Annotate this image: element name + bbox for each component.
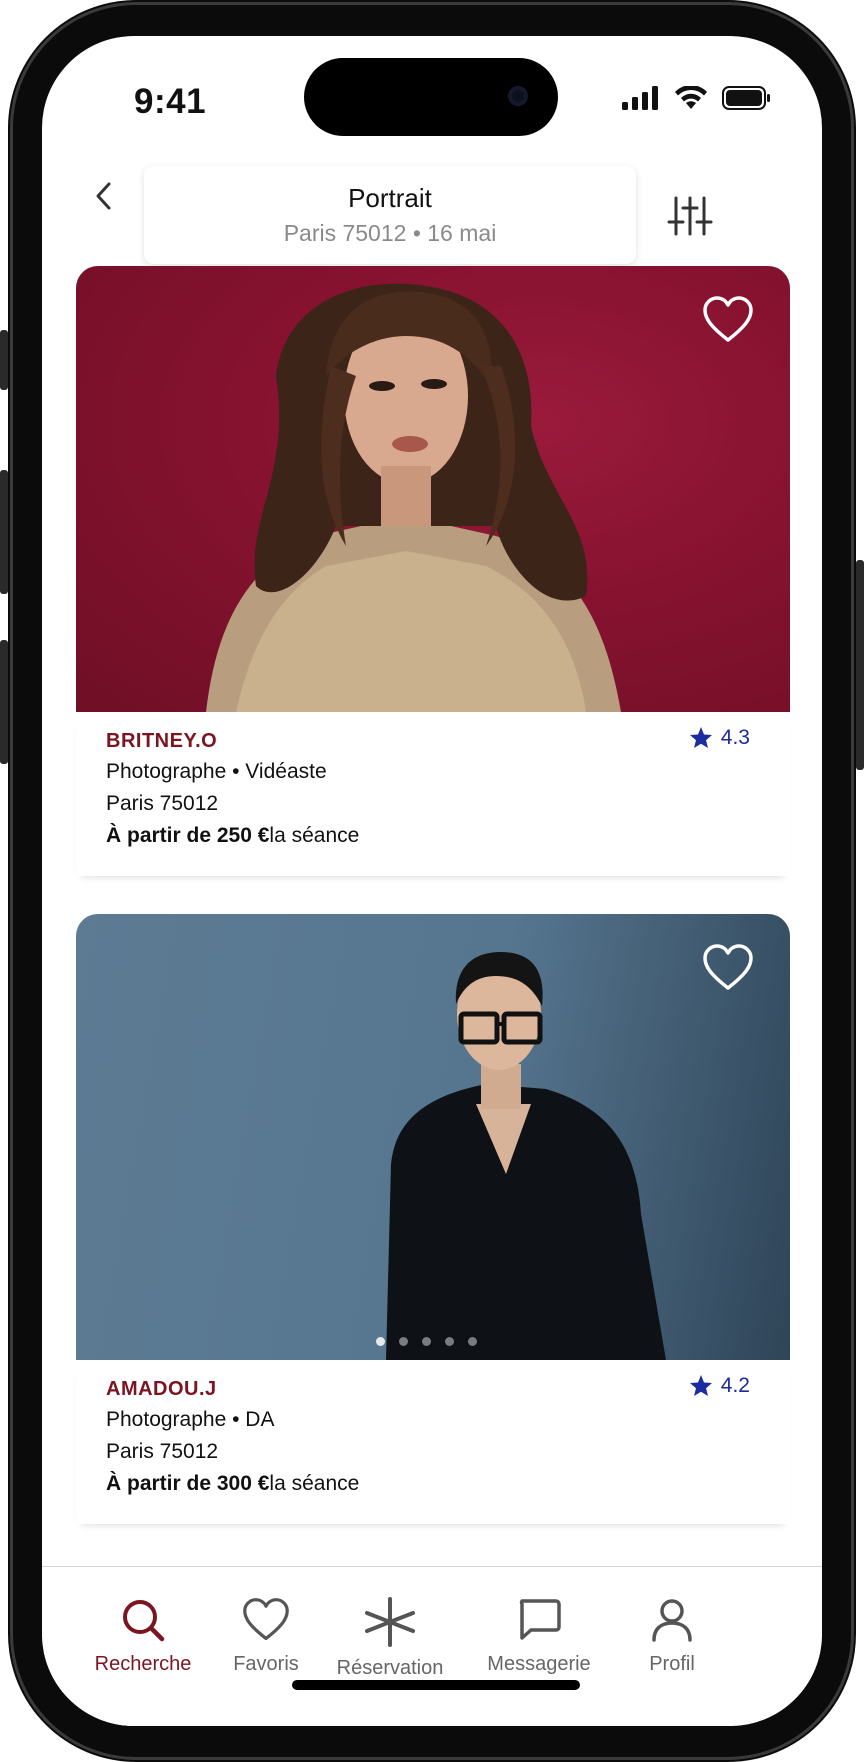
portrait-photo [386,952,666,1360]
listing-price: À partir de 250 €la séance [106,824,359,848]
tab-recherche[interactable]: Recherche [84,1597,202,1676]
status-time: 9:41 [134,82,207,121]
price-amount: À partir de 300 € [106,1472,270,1495]
listing-location: Paris 75012 [106,1440,219,1463]
asterisk-icon [365,1597,415,1647]
person-icon [652,1599,692,1642]
tab-bar: Recherche Favoris Réservation Messagerie [42,1566,822,1726]
listing-card[interactable]: BRITNEY.O 4.3 Photographe • Vidéaste Par… [76,266,790,876]
phone-side-button [856,560,864,770]
search-title: Portrait [348,183,432,213]
home-indicator[interactable] [292,1680,580,1690]
search-icon [123,1600,165,1642]
listing-info: BRITNEY.O 4.3 Photographe • Vidéaste Par… [76,712,790,876]
camera-icon [508,86,528,106]
listing-photo[interactable] [76,266,790,712]
listing-name: BRITNEY.O [106,730,218,752]
wifi-icon [675,86,707,109]
heart-icon [243,1598,289,1641]
filter-button[interactable] [666,192,714,240]
search-subtitle: Paris 75012 • 16 mai [283,220,497,246]
listing-rating: 4.3 [689,726,750,750]
listing-name: AMADOU.J [106,1378,217,1400]
phone-screen: 9:41 Portrait Paris 75012 • 16 mai BRITN… [42,36,822,1726]
listing-photo[interactable] [76,914,790,1360]
battery-icon [722,86,770,110]
listing-roles: Photographe • Vidéaste [106,760,327,783]
listing-info: AMADOU.J 4.2 Photographe • DA Paris 7501… [76,1360,790,1524]
heart-icon [703,296,753,342]
carousel-dot[interactable] [376,1337,385,1346]
tab-label: Recherche [94,1653,192,1675]
heart-icon [703,944,753,990]
price-unit: la séance [269,824,360,847]
search-summary-pill[interactable]: Portrait Paris 75012 • 16 mai [144,166,636,264]
status-icons [622,86,772,110]
listing-price: À partir de 300 €la séance [106,1472,359,1496]
listing-location: Paris 75012 [106,792,219,815]
listing-card[interactable]: AMADOU.J 4.2 Photographe • DA Paris 7501… [76,914,790,1524]
carousel-dot[interactable] [422,1337,431,1346]
phone-side-button [0,640,8,764]
price-unit: la séance [269,1472,360,1495]
star-icon [689,1375,712,1396]
favorite-button[interactable] [702,296,754,344]
favorite-button[interactable] [702,944,754,992]
phone-side-button [0,330,8,390]
back-button[interactable] [82,174,126,218]
carousel-dot[interactable] [468,1337,477,1346]
phone-side-button [0,470,8,594]
sliders-icon [667,196,713,236]
carousel-dots[interactable] [376,1337,477,1346]
rating-value: 4.3 [720,726,750,749]
carousel-dot[interactable] [445,1337,454,1346]
listing-rating: 4.2 [689,1374,750,1398]
price-amount: À partir de 250 € [106,824,270,847]
listing-roles: Photographe • DA [106,1408,275,1431]
tab-label: Réservation [336,1657,444,1679]
tab-reservation[interactable]: Réservation [328,1597,452,1680]
tab-favoris[interactable]: Favoris [212,1597,320,1676]
rating-value: 4.2 [720,1374,750,1397]
carousel-dot[interactable] [399,1337,408,1346]
portrait-photo [206,283,621,712]
tab-label: Favoris [233,1653,299,1675]
tab-messagerie[interactable]: Messagerie [474,1597,604,1676]
tab-profil[interactable]: Profil [632,1597,712,1676]
tab-label: Messagerie [487,1653,591,1675]
star-icon [689,727,712,748]
chat-icon [519,1599,561,1640]
dynamic-island [304,58,558,136]
tab-label: Profil [649,1653,695,1675]
chevron-left-icon [96,182,111,210]
signal-icon [622,86,658,110]
